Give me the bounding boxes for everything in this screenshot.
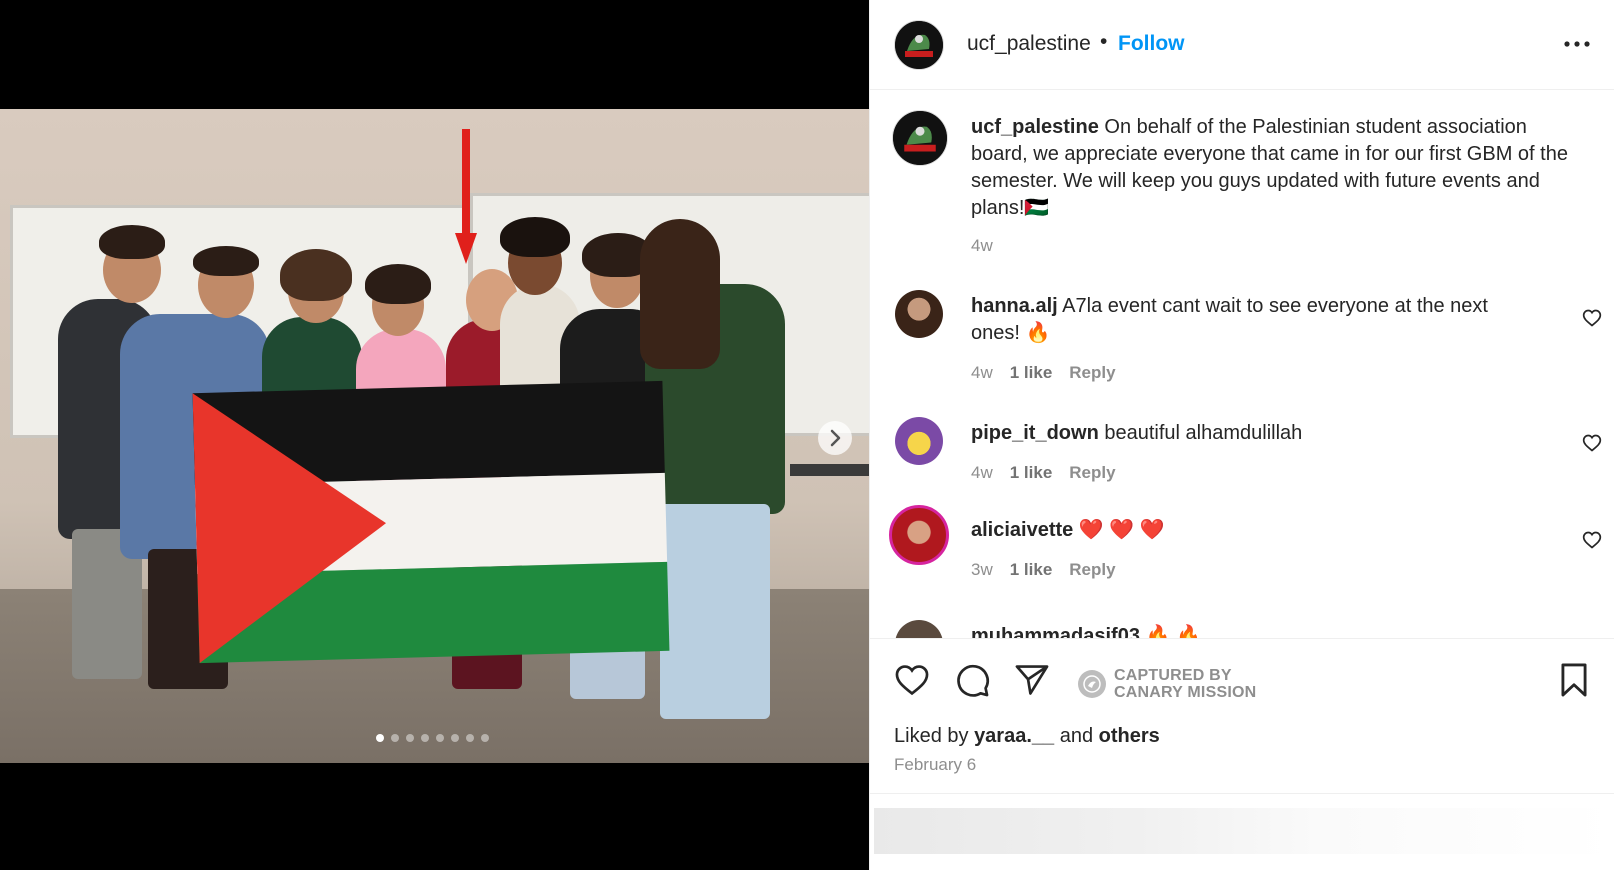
- comment-avatar[interactable]: [895, 290, 943, 338]
- heart-outline-icon: [1582, 531, 1602, 549]
- comment-like-button[interactable]: [1582, 308, 1602, 328]
- watermark-line-1: CAPTURED BY: [1114, 667, 1232, 684]
- post-media-panel: [0, 0, 869, 870]
- comment-username[interactable]: aliciaivette: [971, 519, 1073, 541]
- comment-meta: 4w 1 like Reply: [971, 363, 1116, 383]
- comment-text: ❤️ ❤️ ❤️: [1078, 519, 1165, 541]
- add-comment-area[interactable]: [870, 793, 1614, 871]
- comment-username[interactable]: pipe_it_down: [971, 422, 1099, 444]
- carousel-dot: [481, 734, 489, 742]
- organization-logo-icon: [893, 111, 947, 165]
- comment-like-button[interactable]: [1582, 433, 1602, 453]
- comment-body: pipe_it_down beautiful alhamdulillah: [971, 420, 1531, 447]
- canary-mission-logo-icon: [1078, 670, 1106, 698]
- heart-outline-icon: [1582, 434, 1602, 452]
- heart-outline-icon: [1582, 309, 1602, 327]
- carousel-next-button[interactable]: [818, 421, 852, 455]
- more-options-button[interactable]: [1560, 30, 1594, 58]
- liked-by-user-link[interactable]: yaraa.__: [974, 725, 1054, 747]
- comment-body: aliciaivette ❤️ ❤️ ❤️: [971, 517, 1531, 544]
- comment-meta: 4w 1 like Reply: [971, 463, 1116, 483]
- caption-avatar[interactable]: [892, 110, 948, 166]
- comment-text: 🔥 🔥: [1145, 625, 1201, 638]
- watermark-line-2: CANARY MISSION: [1114, 684, 1257, 701]
- caption-username[interactable]: ucf_palestine: [971, 116, 1099, 138]
- palestinian-flag: [192, 380, 670, 664]
- post-date[interactable]: February 6: [894, 755, 976, 775]
- blurred-comment-input[interactable]: [874, 808, 1614, 854]
- comment-body: muhammadasif03 🔥 🔥: [971, 623, 1531, 638]
- header-username[interactable]: ucf_palestine: [967, 32, 1091, 56]
- person-8-legs: [660, 504, 770, 719]
- carousel-dot: [436, 734, 444, 742]
- comment-username[interactable]: hanna.alj: [971, 295, 1058, 317]
- side-table: [790, 464, 869, 476]
- post-photo[interactable]: [0, 109, 869, 763]
- comment-like-count[interactable]: 1 like: [1010, 560, 1053, 580]
- person-2-hair: [193, 246, 259, 276]
- carousel-dot: [391, 734, 399, 742]
- comments-section[interactable]: ucf_palestine On behalf of the Palestini…: [870, 90, 1614, 638]
- post-header: ucf_palestine • Follow: [870, 0, 1614, 90]
- red-arrow-annotation: [455, 129, 477, 264]
- reply-button[interactable]: Reply: [1069, 363, 1115, 383]
- chevron-right-icon: [830, 429, 841, 447]
- person-8-hair: [640, 219, 720, 369]
- liked-by-prefix: Liked by: [894, 725, 969, 747]
- liked-by-others-link[interactable]: others: [1099, 725, 1160, 747]
- caption: ucf_palestine On behalf of the Palestini…: [971, 114, 1571, 222]
- comment-timestamp[interactable]: 4w: [971, 363, 993, 383]
- person-1-hair: [99, 225, 165, 259]
- bookmark-icon: [1561, 663, 1587, 697]
- reply-button[interactable]: Reply: [1069, 463, 1115, 483]
- organization-logo-icon: [895, 21, 943, 69]
- comment-button[interactable]: [952, 661, 992, 699]
- person-3-hair: [280, 249, 352, 301]
- flag-red-triangle: [192, 393, 387, 664]
- post-details-panel: ucf_palestine • Follow ucf_palestine On …: [869, 0, 1614, 870]
- like-button[interactable]: [892, 661, 932, 699]
- comment-like-button[interactable]: [1582, 530, 1602, 550]
- comment-bubble-icon: [957, 664, 989, 697]
- paper-plane-icon: [1015, 665, 1049, 695]
- header-separator: •: [1100, 30, 1108, 53]
- heart-outline-icon: [895, 665, 929, 696]
- reply-button[interactable]: Reply: [1069, 560, 1115, 580]
- comment-timestamp[interactable]: 3w: [971, 560, 993, 580]
- canary-mission-watermark: CAPTURED BY CANARY MISSION: [1078, 667, 1256, 701]
- save-button[interactable]: [1554, 661, 1594, 699]
- comment-avatar-story[interactable]: [889, 505, 949, 565]
- carousel-dot-active: [376, 734, 384, 742]
- comment-avatar[interactable]: [895, 620, 943, 638]
- comment-text: beautiful alhamdulillah: [1104, 422, 1303, 444]
- person-4-hair: [365, 264, 431, 304]
- bird-icon: [1083, 675, 1101, 693]
- comment-username[interactable]: muhammadasif03: [971, 625, 1140, 638]
- caption-timestamp[interactable]: 4w: [971, 236, 993, 256]
- carousel-indicator: [376, 734, 489, 742]
- carousel-dot: [466, 734, 474, 742]
- comment-like-count[interactable]: 1 like: [1010, 463, 1053, 483]
- post-actions: CAPTURED BY CANARY MISSION Liked by yara…: [870, 638, 1614, 774]
- share-button[interactable]: [1012, 661, 1052, 699]
- comment-like-count[interactable]: 1 like: [1010, 363, 1053, 383]
- carousel-dot: [421, 734, 429, 742]
- liked-by: Liked by yaraa.__ and others: [894, 725, 1160, 748]
- follow-button[interactable]: Follow: [1118, 32, 1185, 56]
- person-6-hair: [500, 217, 570, 257]
- carousel-dot: [451, 734, 459, 742]
- more-horizontal-icon: [1564, 41, 1590, 47]
- comment-meta: 3w 1 like Reply: [971, 560, 1116, 580]
- account-avatar[interactable]: [894, 20, 944, 70]
- comment-timestamp[interactable]: 4w: [971, 463, 993, 483]
- liked-by-and: and: [1059, 725, 1094, 747]
- watermark-text: CAPTURED BY CANARY MISSION: [1114, 667, 1256, 701]
- carousel-dot: [406, 734, 414, 742]
- comment-body: hanna.alj A7la event cant wait to see ev…: [971, 293, 1531, 347]
- comment-avatar[interactable]: [895, 417, 943, 465]
